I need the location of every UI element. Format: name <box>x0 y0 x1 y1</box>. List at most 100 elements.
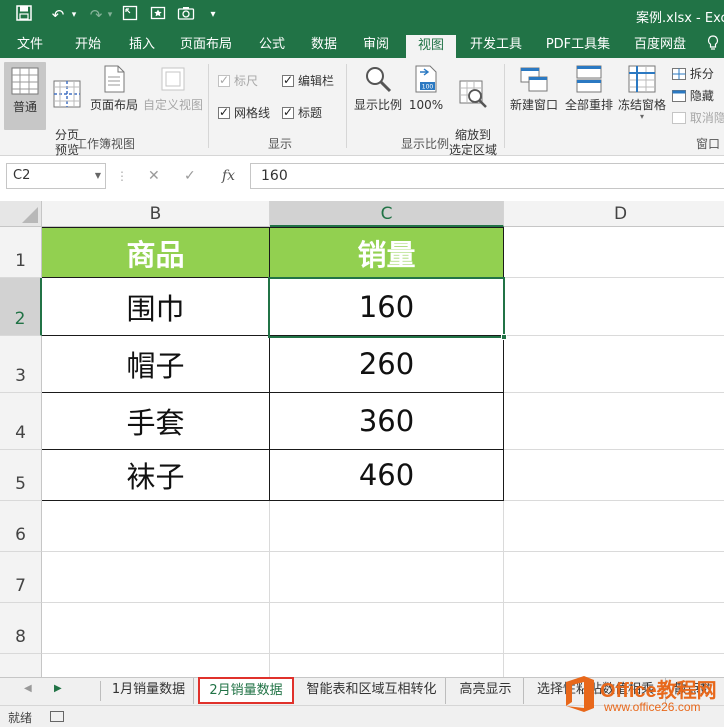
scroll-right-icon[interactable]: ▶ <box>54 683 62 694</box>
formula-input[interactable]: 160 <box>250 163 724 189</box>
tab-developer[interactable]: 开发工具 <box>464 32 528 58</box>
insert-function-icon[interactable]: fx <box>222 163 235 189</box>
undo-icon[interactable]: ↶ <box>48 5 68 25</box>
customize-qat-icon[interactable]: ▾ <box>206 5 220 25</box>
table-cell-product[interactable]: 袜子 <box>42 450 270 501</box>
group-label-workbook-views: 工作簿视图 <box>74 137 135 151</box>
formula-bar-checkbox[interactable]: 编辑栏 <box>282 73 334 88</box>
tab-formulas[interactable]: 公式 <box>250 32 294 58</box>
fit-to-screen-icon[interactable] <box>120 5 140 25</box>
new-window-button[interactable]: 新建窗口 <box>508 64 560 124</box>
sheet-tab[interactable]: 高亮显示 <box>448 678 524 704</box>
normal-view-button[interactable]: 普通 <box>4 62 46 130</box>
unhide-button[interactable]: 取消隐 <box>672 110 724 126</box>
zoom-button[interactable]: 显示比例 <box>350 64 406 124</box>
redo-icon[interactable]: ↷ <box>86 5 106 25</box>
arrange-all-button[interactable]: 全部重排 <box>562 64 616 124</box>
tab-baidu-netdisk[interactable]: 百度网盘 <box>628 32 692 58</box>
select-all-button[interactable] <box>0 201 42 227</box>
window-title: 案例.xlsx - Exce <box>636 11 724 26</box>
tab-file[interactable]: 文件 <box>10 32 50 58</box>
row-header-9[interactable] <box>0 654 42 677</box>
redo-dropdown-icon[interactable]: ▾ <box>104 5 116 25</box>
tab-insert[interactable]: 插入 <box>120 32 164 58</box>
tab-pdf-tools[interactable]: PDF工具集 <box>538 32 618 58</box>
split-label: 拆分 <box>689 67 714 81</box>
table-header-sales[interactable]: 销量 <box>270 227 504 278</box>
row-header-3[interactable]: 3 <box>0 336 42 393</box>
row-number: 2 <box>14 309 26 329</box>
row-number: 8 <box>15 627 26 647</box>
table-header-product[interactable]: 商品 <box>42 227 270 278</box>
worksheet-grid: B C D 1 2 3 4 5 6 7 8 商品 销量 围巾 160 帽子 26… <box>0 201 724 677</box>
enter-icon[interactable]: ✓ <box>184 163 196 189</box>
resize-handle-icon[interactable]: ⋮ <box>116 169 128 183</box>
name-box-value: C2 <box>13 168 31 183</box>
cancel-icon[interactable]: ✕ <box>148 163 160 189</box>
gridline <box>269 501 270 677</box>
table-cell-product[interactable]: 围巾 <box>42 278 270 336</box>
table-cell-sales[interactable]: 160 <box>270 278 504 336</box>
column-header-b[interactable]: B <box>42 201 270 227</box>
tab-home[interactable]: 开始 <box>66 32 110 58</box>
camera-icon[interactable] <box>176 5 196 25</box>
row-number: 3 <box>15 366 26 386</box>
group-separator <box>504 64 505 148</box>
gridline <box>504 277 724 278</box>
gridlines-checkbox[interactable]: 网格线 <box>218 105 270 120</box>
ruler-checkbox[interactable]: 标尺 <box>218 73 259 88</box>
macro-record-icon[interactable] <box>50 711 64 722</box>
freeze-panes-button[interactable]: 冻结窗格 ▾ <box>616 64 668 134</box>
row-header-4[interactable]: 4 <box>0 393 42 450</box>
row-header-7[interactable]: 7 <box>0 552 42 603</box>
table-cell-sales[interactable]: 460 <box>270 450 504 501</box>
row-header-2[interactable]: 2 <box>0 278 42 336</box>
table-cell-sales[interactable]: 260 <box>270 336 504 393</box>
image-star-icon[interactable] <box>148 5 168 25</box>
name-box[interactable]: C2 ▼ <box>6 163 106 189</box>
page-break-preview-button[interactable]: 分页 预览 <box>48 64 86 157</box>
fill-handle[interactable] <box>501 334 507 340</box>
split-icon <box>672 68 686 80</box>
column-header-d[interactable]: D <box>504 201 724 227</box>
arrange-all-icon <box>576 65 602 93</box>
column-header-c[interactable]: C <box>270 201 504 227</box>
ribbon: 普通 分页 预览 页面布局 自定义视图 工作簿视图 标尺 编辑栏 网格线 标题 … <box>0 58 724 157</box>
ruler-label: 标尺 <box>234 74 259 88</box>
undo-dropdown-icon[interactable]: ▾ <box>68 5 80 25</box>
scroll-left-icon[interactable]: ◀ <box>24 683 32 694</box>
headings-checkbox[interactable]: 标题 <box>282 105 322 120</box>
custom-views-button[interactable]: 自定义视图 <box>142 64 204 124</box>
table-cell-product[interactable]: 帽子 <box>42 336 270 393</box>
gridline <box>504 449 724 450</box>
sheet-tab-active[interactable]: 2月销量数据 <box>198 677 294 704</box>
tab-view[interactable]: 视图 <box>406 35 456 58</box>
hide-icon <box>672 90 686 102</box>
zoom-to-selection-button[interactable]: 缩放到 选定区域 <box>446 64 500 157</box>
row-header-5[interactable]: 5 <box>0 450 42 501</box>
group-label-zoom: 显示比例 <box>400 137 449 151</box>
arrange-all-label: 全部重排 <box>564 98 613 112</box>
table-cell-product[interactable]: 手套 <box>42 393 270 450</box>
chevron-down-icon[interactable]: ▼ <box>95 164 101 188</box>
row-header-8[interactable]: 8 <box>0 603 42 654</box>
table-cell-sales[interactable]: 360 <box>270 393 504 450</box>
tab-page-layout[interactable]: 页面布局 <box>174 32 238 58</box>
freeze-panes-icon <box>628 65 656 93</box>
sheet-tab[interactable]: 1月销量数据 <box>104 678 194 704</box>
split-button[interactable]: 拆分 <box>672 66 714 82</box>
hide-button[interactable]: 隐藏 <box>672 88 714 104</box>
row-header-1[interactable]: 1 <box>0 227 42 278</box>
tab-review[interactable]: 审阅 <box>354 32 398 58</box>
magnifier-icon <box>366 67 392 93</box>
lightbulb-icon[interactable] <box>702 32 724 58</box>
title-bar: ↶ ▾ ↷ ▾ ▾ 案例.xlsx - Exce <box>0 0 724 32</box>
sheet-tab[interactable]: 智能表和区域互相转化 <box>298 678 446 704</box>
page-layout-label: 页面布局 <box>89 98 138 112</box>
save-icon[interactable] <box>14 5 34 25</box>
zoom-100-button[interactable]: 100 100% <box>408 64 444 124</box>
row-header-6[interactable]: 6 <box>0 501 42 552</box>
page-break-preview-icon <box>53 80 81 108</box>
page-layout-view-button[interactable]: 页面布局 <box>88 64 140 124</box>
tab-data[interactable]: 数据 <box>302 32 346 58</box>
